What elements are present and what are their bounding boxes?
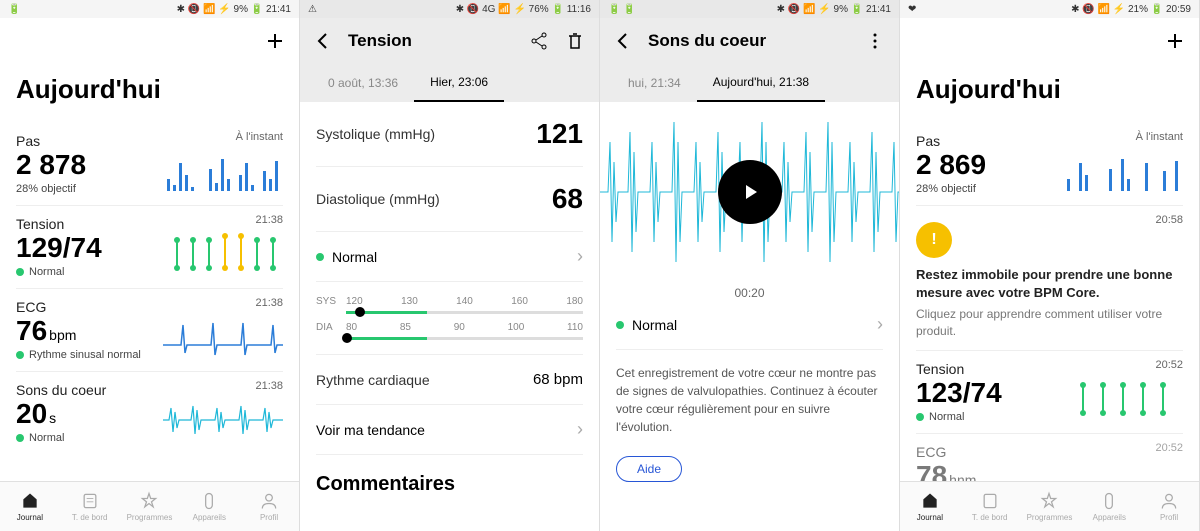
screen-tension-detail: ⚠ ✱ 📵 4G 📶 ⚡ 76% 🔋 11:16 Tension 0 août,… [300,0,600,531]
help-button[interactable]: Aide [616,456,682,482]
nav-dashboard[interactable]: T. de bord [960,482,1020,531]
steps-sparkline [163,149,283,193]
nav-dashboard[interactable]: T. de bord [60,482,120,531]
nav-journal[interactable]: Journal [0,482,60,531]
row-status[interactable]: Normal › [316,232,583,282]
tension-content: Systolique (mmHg) 121 Diastolique (mmHg)… [300,102,599,531]
top-bar: Tension [300,18,599,64]
card-tension[interactable]: Tension 21:38 129/74 Normal [16,206,283,289]
card-ecg[interactable]: ECG 21:38 76bpm Rythme sinusal normal [16,289,283,372]
row-trend[interactable]: Voir ma tendance › [316,405,583,455]
bottom-nav: Journal T. de bord Programmes Appareils … [0,481,299,531]
more-button[interactable] [863,29,887,53]
tension-sparkline [163,232,283,276]
heartsound-sparkline [163,398,283,442]
card-steps[interactable]: Pas À l'instant 2 878 28% objectif [16,123,283,206]
status-dot-icon [616,321,624,329]
card-notice[interactable]: 20:58 ! Restez immobile pour prendre une… [916,206,1183,351]
nav-journal[interactable]: Journal [900,482,960,531]
add-button[interactable] [263,29,287,53]
dia-scale [346,337,583,340]
page-title: Aujourd'hui [916,74,1183,105]
chevron-right-icon: › [577,246,583,267]
chevron-right-icon: › [877,314,883,335]
scale-block: SYS120130140160180 DIA808590100110 [316,282,583,355]
back-button[interactable] [312,29,336,53]
ecg-sparkline [163,315,283,359]
comments-heading: Commentaires [316,473,583,496]
nav-programs[interactable]: Programmes [120,482,180,531]
tab-active[interactable]: Hier, 23:06 [414,64,504,102]
nav-profile[interactable]: Profil [1139,482,1199,531]
status-bar: ⚠ ✱ 📵 4G 📶 ⚡ 76% 🔋 11:16 [300,0,599,18]
tab-prev[interactable]: hui, 21:34 [612,64,697,102]
card-ecg[interactable]: ECG 20:52 78hnm [916,434,1183,481]
date-tabs[interactable]: 0 août, 13:36 Hier, 23:06 [300,64,599,102]
status-dot-icon [916,413,924,421]
play-button[interactable] [718,160,782,224]
status-bar: 🔋 🔋 ✱ 📵 📶 ⚡ 9% 🔋 21:41 [600,0,899,18]
back-button[interactable] [612,29,636,53]
add-button[interactable] [1163,29,1187,53]
journal-content: Aujourd'hui Pas À l'instant 2 869 28% ob… [900,64,1199,481]
nav-devices[interactable]: Appareils [1079,482,1139,531]
screen-journal-2: ❤ ✱ 📵 📶 ⚡ 21% 🔋 20:59 Aujourd'hui Pas À … [900,0,1200,531]
tension-sparkline [1063,377,1183,421]
steps-sparkline [1063,149,1183,193]
status-bar: ❤ ✱ 📵 📶 ⚡ 21% 🔋 20:59 [900,0,1199,18]
tab-active[interactable]: Aujourd'hui, 21:38 [697,64,825,102]
card-tension[interactable]: Tension 20:52 123/74 Normal [916,351,1183,434]
nav-profile[interactable]: Profil [239,482,299,531]
bottom-nav: Journal T. de bord Programmes Appareils … [900,481,1199,531]
description-text: Cet enregistrement de votre cœur ne mont… [616,364,883,436]
delete-button[interactable] [563,29,587,53]
journal-content: Aujourd'hui Pas À l'instant 2 878 28% ob… [0,64,299,481]
nav-programs[interactable]: Programmes [1020,482,1080,531]
card-heartsounds[interactable]: Sons du coeur 21:38 20s Normal [16,372,283,454]
row-status[interactable]: Normal › [616,300,883,350]
chevron-right-icon: › [577,419,583,440]
row-systolic: Systolique (mmHg) 121 [316,102,583,167]
page-title: Aujourd'hui [16,74,283,105]
waveform-display [600,102,899,282]
top-bar [0,18,299,64]
share-button[interactable] [527,29,551,53]
screen-journal-1: 🔋 ✱ 📵 📶 ⚡ 9% 🔋 21:41 Aujourd'hui Pas À l… [0,0,300,531]
sys-scale [346,311,583,314]
top-bar [900,18,1199,64]
status-dot-icon [16,351,24,359]
tab-prev[interactable]: 0 août, 13:36 [312,64,414,102]
status-dot-icon [16,434,24,442]
heartsounds-content: 00:20 Normal › Cet enregistrement de vot… [600,102,899,531]
duration-label: 00:20 [600,286,899,300]
status-bar: 🔋 ✱ 📵 📶 ⚡ 9% 🔋 21:41 [0,0,299,18]
warning-icon: ! [916,222,952,258]
top-bar: Sons du coeur [600,18,899,64]
row-diastolic: Diastolique (mmHg) 68 [316,167,583,232]
date-tabs[interactable]: hui, 21:34 Aujourd'hui, 21:38 [600,64,899,102]
card-steps[interactable]: Pas À l'instant 2 869 28% objectif [916,123,1183,206]
status-dot-icon [16,268,24,276]
row-heartrate: Rythme cardiaque 68 bpm [316,355,583,405]
screen-heartsounds: 🔋 🔋 ✱ 📵 📶 ⚡ 9% 🔋 21:41 Sons du coeur hui… [600,0,900,531]
status-dot-icon [316,253,324,261]
nav-devices[interactable]: Appareils [179,482,239,531]
